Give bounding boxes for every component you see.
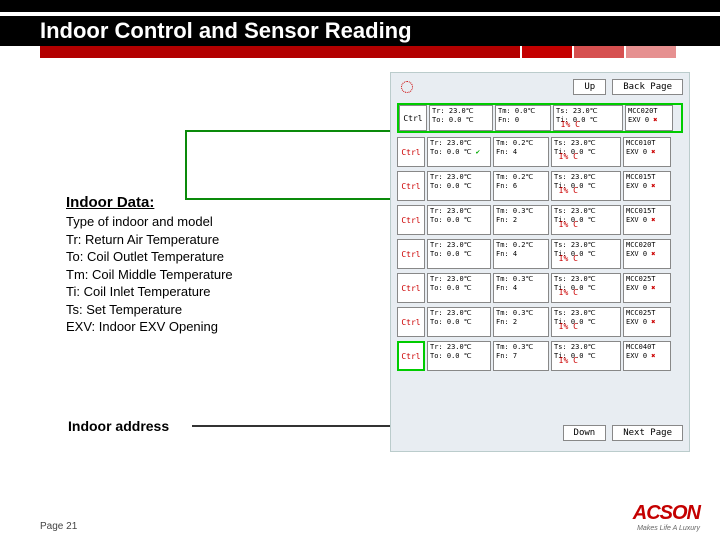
cell-tm-fn: Tm: 0.2℃Fn: 4I% C [493,239,549,269]
cross-icon: ✖ [651,352,655,360]
indoor-data-heading: Indoor Data: [66,194,233,211]
screen-bottom-toolbar: Down Next Page [557,419,689,447]
cell-tm-fn: Tm: 0.3℃Fn: 4I% C [493,273,549,303]
cross-icon: ✖ [651,182,655,190]
ctrl-button[interactable]: Ctrl [397,205,425,235]
cell-model-exv: MCC040TEXV 0 ✖ [623,341,671,371]
brand-logo: ACSON Makes Life A Luxury [633,502,700,532]
cell-model-exv: MCC025TEXV 0 ✖ [623,307,671,337]
cell-tm-fn: Tm: 0.3℃Fn: 7I% C [493,341,549,371]
cell-tr-to: Tr: 23.0℃To: 0.0 ℃ [427,171,491,201]
ctrl-button[interactable]: Ctrl [397,171,425,201]
ctrl-button[interactable]: Ctrl [397,307,425,337]
ctrl-button[interactable]: Ctrl [397,239,425,269]
cross-icon: ✖ [651,148,655,156]
cell-model-exv: MCC020TEXV 0 ✖ [625,105,673,131]
down-button[interactable]: Down [563,425,607,441]
cell-model-exv: MCC010TEXV 0 ✖ [623,137,671,167]
ipc-label: I% C [561,120,580,130]
cell-model-exv: MCC015TEXV 0 ✖ [623,205,671,235]
ipc-label: I% C [559,356,578,366]
cell-tr-to: Tr: 23.0℃To: 0.0 ℃ [429,105,493,131]
cell-tm-fn: Tm: 0.2℃Fn: 4I% C [493,137,549,167]
cell-tr-to: Tr: 23.0℃To: 0.0 ℃ ✔ [427,137,491,167]
ctrl-button[interactable]: Ctrl [399,105,427,131]
cell-model-exv: MCC020TEXV 0 ✖ [623,239,671,269]
ipc-label: I% C [559,322,578,332]
ipc-label: I% C [559,152,578,162]
cell-tr-to: Tr: 23.0℃To: 0.0 ℃ [427,239,491,269]
data-row: Ctrl Tr: 23.0℃To: 0.0 ℃ Tm: 0.3℃Fn: 2I% … [397,205,683,235]
data-row: Ctrl Tr: 23.0℃To: 0.0 ℃ Tm: 0.3℃Fn: 7I% … [397,341,683,371]
tick-icon: ✔ [476,148,480,156]
data-row: Ctrl Tr: 23.0℃To: 0.0 ℃ Tm: 0.2℃Fn: 4I% … [397,239,683,269]
data-row: Ctrl Tr: 23.0℃To: 0.0 ℃ Tm: 0.2℃Fn: 6I% … [397,171,683,201]
cell-model-exv: MCC025TEXV 0 ✖ [623,273,671,303]
next-page-button[interactable]: Next Page [612,425,683,441]
data-row: Ctrl Tr: 23.0℃To: 0.0 ℃ Tm: 0.0℃Fn: 0I% … [397,103,683,133]
indoor-address-label: Indoor address [68,418,169,434]
ipc-label: I% C [559,186,578,196]
indoor-data-label: Indoor Data: Type of indoor and model Tr… [66,194,233,336]
page-number: Page 21 [40,521,77,532]
ctrl-button[interactable]: Ctrl [397,137,425,167]
cross-icon: ✖ [653,116,657,124]
gear-icon [401,81,413,93]
page-title: Indoor Control and Sensor Reading [0,16,720,46]
cell-tm-fn: Tm: 0.3℃Fn: 2I% C [493,307,549,337]
cross-icon: ✖ [651,216,655,224]
up-button[interactable]: Up [573,79,606,95]
connector-line-addr [192,425,406,427]
ipc-label: I% C [559,220,578,230]
data-row: Ctrl Tr: 23.0℃To: 0.0 ℃ Tm: 0.3℃Fn: 2I% … [397,307,683,337]
red-divider [40,46,700,58]
cross-icon: ✖ [651,250,655,258]
cell-tr-to: Tr: 23.0℃To: 0.0 ℃ [427,341,491,371]
data-row: Ctrl Tr: 23.0℃To: 0.0 ℃ ✔ Tm: 0.2℃Fn: 4I… [397,137,683,167]
cell-tr-to: Tr: 23.0℃To: 0.0 ℃ [427,205,491,235]
indoor-data-body: Type of indoor and model Tr: Return Air … [66,213,233,336]
ipc-label: I% C [559,254,578,264]
cross-icon: ✖ [651,318,655,326]
logo-text: ACSON [633,502,700,525]
cell-tr-to: Tr: 23.0℃To: 0.0 ℃ [427,307,491,337]
device-screen: Up Back Page Ctrl Tr: 23.0℃To: 0.0 ℃ Tm:… [390,72,690,452]
connector-line [185,130,187,200]
screen-toolbar: Up Back Page [391,73,689,101]
cell-model-exv: MCC015TEXV 0 ✖ [623,171,671,201]
cell-tm-fn: Tm: 0.0℃Fn: 0I% C [495,105,551,131]
ctrl-button[interactable]: Ctrl [397,341,425,371]
ipc-label: I% C [559,288,578,298]
logo-tagline: Makes Life A Luxury [633,525,700,532]
top-border [0,0,720,12]
cell-tm-fn: Tm: 0.2℃Fn: 6I% C [493,171,549,201]
ctrl-button[interactable]: Ctrl [397,273,425,303]
back-page-button[interactable]: Back Page [612,79,683,95]
cross-icon: ✖ [651,284,655,292]
connector-line [185,130,425,132]
cell-tm-fn: Tm: 0.3℃Fn: 2I% C [493,205,549,235]
data-row: Ctrl Tr: 23.0℃To: 0.0 ℃ Tm: 0.3℃Fn: 4I% … [397,273,683,303]
data-rows: Ctrl Tr: 23.0℃To: 0.0 ℃ Tm: 0.0℃Fn: 0I% … [391,101,689,371]
cell-tr-to: Tr: 23.0℃To: 0.0 ℃ [427,273,491,303]
